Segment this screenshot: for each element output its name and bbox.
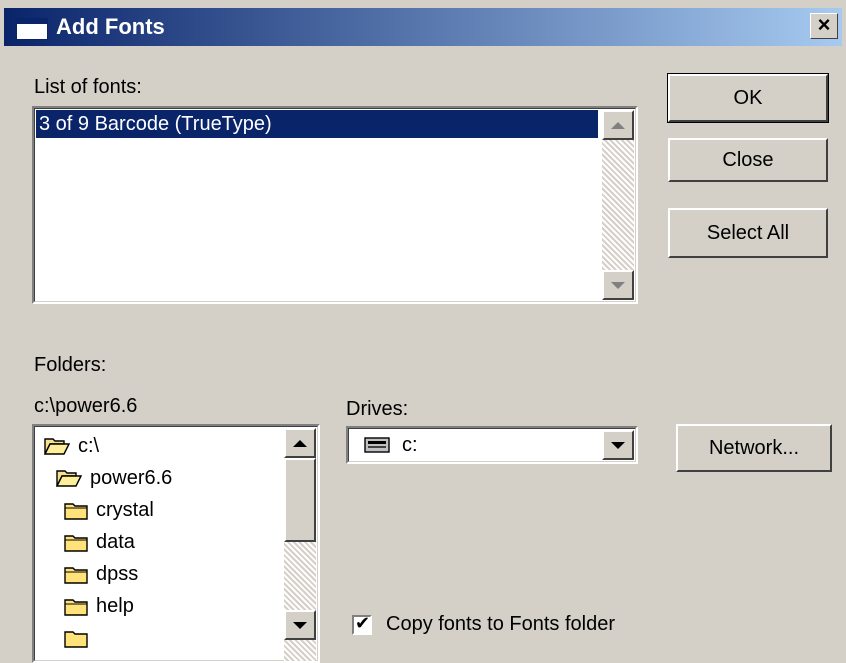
folder-item-root[interactable]: c:\ — [44, 430, 99, 462]
add-fonts-dialog: Add Fonts × List of fonts: 3 of 9 Barcod… — [0, 0, 846, 663]
close-button[interactable]: Close — [668, 138, 828, 182]
drives-dropdown[interactable]: c: — [346, 426, 638, 464]
folder-icon — [64, 567, 88, 584]
fonts-scrollbar[interactable] — [602, 110, 634, 300]
folders-scroll-thumb[interactable] — [284, 458, 316, 542]
window-icon — [16, 18, 48, 40]
fonts-list-label: List of fonts: — [34, 76, 142, 98]
fonts-scroll-up-button[interactable] — [602, 110, 634, 140]
drives-label: Drives: — [346, 398, 409, 420]
folder-icon — [64, 631, 88, 648]
close-window-button[interactable]: × — [810, 13, 838, 39]
checkmark-icon: ✔ — [355, 613, 371, 633]
folder-item-partial[interactable] — [64, 622, 96, 654]
folder-item-dpss[interactable]: dpss — [64, 558, 138, 590]
folders-scrollbar[interactable] — [284, 428, 316, 661]
scroll-up-arrow-icon — [611, 121, 625, 129]
font-list-item[interactable]: 3 of 9 Barcode (TrueType) — [36, 110, 598, 138]
folders-listbox[interactable]: c:\ power6.6 crystal data dpss help — [32, 424, 320, 663]
fonts-scroll-down-button[interactable] — [602, 270, 634, 300]
select-all-button[interactable]: Select All — [668, 208, 828, 258]
fonts-listbox[interactable]: 3 of 9 Barcode (TrueType) — [32, 106, 638, 304]
folders-label: Folders: — [34, 354, 107, 376]
folder-icon — [64, 599, 88, 616]
current-path: c:\power6.6 — [34, 395, 138, 417]
folder-icon — [64, 535, 88, 552]
folder-item-crystal[interactable]: crystal — [64, 494, 154, 526]
folder-icon — [64, 503, 88, 520]
window-title: Add Fonts — [56, 14, 165, 39]
scroll-up-arrow-icon — [293, 439, 307, 447]
scroll-down-arrow-icon — [611, 281, 625, 289]
scroll-down-arrow-icon — [293, 621, 307, 629]
title-bar[interactable]: Add Fonts × — [4, 8, 842, 46]
folders-scroll-down-button[interactable] — [284, 610, 316, 640]
folders-scroll-up-button[interactable] — [284, 428, 316, 458]
open-folder-icon — [56, 470, 82, 487]
chevron-down-icon — [611, 441, 625, 449]
copy-fonts-checkbox[interactable]: ✔ — [352, 613, 372, 635]
drives-dropdown-button[interactable] — [602, 430, 634, 460]
ok-button[interactable]: OK — [667, 73, 829, 123]
network-button[interactable]: Network... — [676, 424, 832, 472]
drive-icon — [364, 437, 390, 453]
folder-item-help[interactable]: help — [64, 590, 134, 622]
drives-selected-value: c: — [402, 434, 418, 456]
open-folder-icon — [44, 438, 70, 455]
folder-item-data[interactable]: data — [64, 526, 135, 558]
copy-fonts-label[interactable]: Copy fonts to Fonts folder — [386, 613, 615, 636]
folder-item-power6[interactable]: power6.6 — [56, 462, 172, 494]
close-icon: × — [817, 12, 831, 37]
